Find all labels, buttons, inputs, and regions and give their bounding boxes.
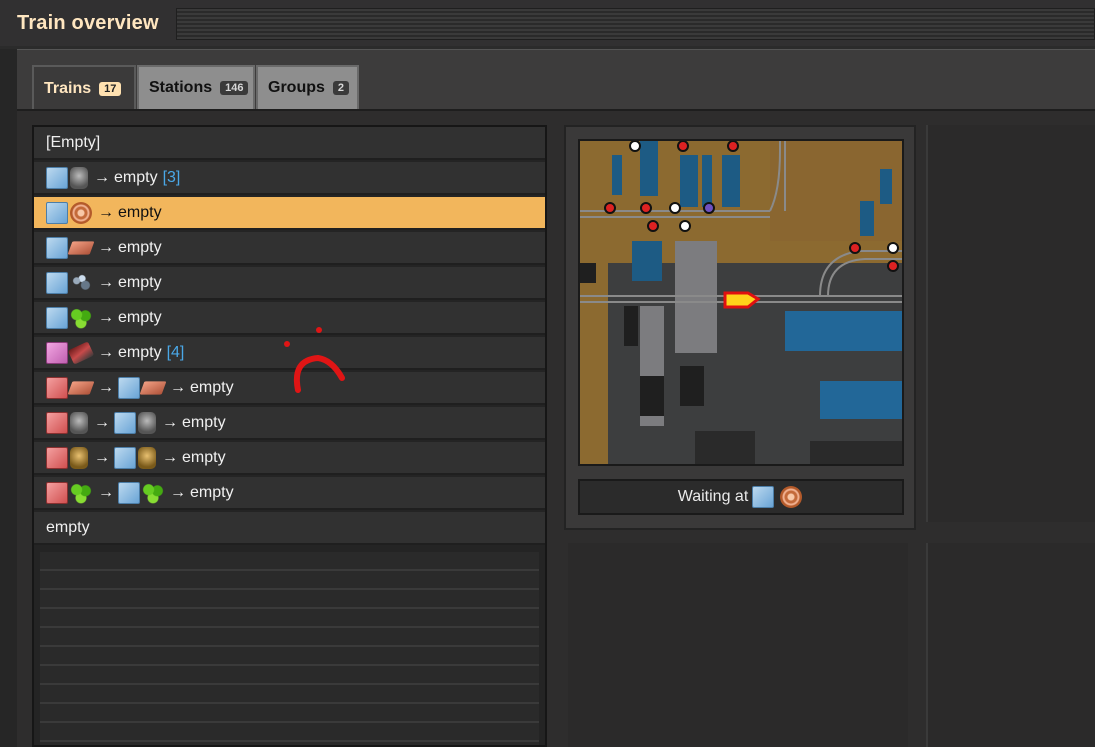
destination: empty <box>118 343 162 361</box>
train-map-panel: Waiting at <box>564 125 916 530</box>
green-circuit-icon <box>70 306 92 329</box>
copper-plate-icon <box>67 240 95 255</box>
iron-ore-icon <box>70 271 92 294</box>
tab-content: [Empty] → empty [3] → empty → empty → em… <box>17 109 1095 747</box>
arrow: → <box>98 308 114 326</box>
tab-trains[interactable]: Trains 17 <box>32 65 136 111</box>
pink-station-icon <box>46 341 68 364</box>
arrow: → <box>170 378 186 396</box>
train-row[interactable]: → empty <box>34 267 545 300</box>
train-row[interactable]: empty <box>34 512 545 545</box>
destination: empty <box>114 168 158 186</box>
train-status-button[interactable]: Waiting at <box>578 479 904 515</box>
destination: empty <box>182 413 226 431</box>
bottom-right-panel <box>926 543 1095 747</box>
train-row[interactable]: → empty <box>34 232 545 265</box>
arrow: → <box>170 483 186 501</box>
train-row[interactable]: → → empty <box>34 407 545 440</box>
arrow: → <box>98 238 114 256</box>
arrow: → <box>94 168 110 186</box>
train-row[interactable]: → → empty <box>34 442 545 475</box>
arrow: → <box>94 413 110 431</box>
red-station-icon <box>46 446 68 469</box>
destination: empty <box>182 448 226 466</box>
tab-stations[interactable]: Stations 146 <box>137 65 255 109</box>
copper-plate-icon <box>139 380 167 395</box>
destination: empty <box>118 308 162 326</box>
train-count: [4] <box>166 343 185 361</box>
blue-station-icon <box>118 481 140 504</box>
main-frame: Trains 17 Stations 146 Groups 2 [Empty] … <box>17 49 1095 747</box>
barrel-icon <box>70 411 88 434</box>
tab-groups[interactable]: Groups 2 <box>256 65 359 109</box>
destination: empty <box>118 273 162 291</box>
train-count: [3] <box>162 168 181 186</box>
blue-station-icon <box>114 411 136 434</box>
arrow: → <box>98 378 114 396</box>
title-bar: Train overview <box>0 0 1095 46</box>
bottom-panel <box>568 543 908 747</box>
train-row[interactable]: [Empty] <box>34 127 545 160</box>
blue-station-icon <box>114 446 136 469</box>
blue-station-icon <box>46 201 68 224</box>
destination: empty <box>190 483 234 501</box>
barrel-icon <box>138 446 156 469</box>
copper-plate-icon <box>67 380 95 395</box>
destination: empty <box>118 238 162 256</box>
arrow: → <box>162 413 178 431</box>
blue-station-icon <box>46 306 68 329</box>
arrow: → <box>98 483 114 501</box>
red-station-icon <box>46 376 68 399</box>
train-label: [Empty] <box>46 133 101 151</box>
train-row[interactable]: → empty [3] <box>34 162 545 195</box>
train-list[interactable]: [Empty] → empty [3] → empty → empty → em… <box>32 125 547 747</box>
train-minimap[interactable] <box>578 139 904 466</box>
tab-label: Stations <box>149 79 213 96</box>
arrow: → <box>162 448 178 466</box>
tab-label: Trains <box>44 80 92 97</box>
minimap-graphic <box>580 141 902 464</box>
copper-coil-icon <box>70 201 92 224</box>
blue-station-icon <box>46 166 68 189</box>
destination: empty <box>190 378 234 396</box>
train-row-selected[interactable]: → empty <box>34 197 545 230</box>
blue-station-icon <box>46 236 68 259</box>
blue-station-icon <box>46 271 68 294</box>
barrel-icon <box>70 446 88 469</box>
list-empty-area <box>40 552 539 745</box>
red-annotation-mark <box>284 327 345 393</box>
barrel-icon <box>138 411 156 434</box>
arrow: → <box>94 448 110 466</box>
copper-coil-icon <box>780 486 803 508</box>
tab-label: Groups <box>268 79 325 96</box>
drag-handle[interactable] <box>176 8 1095 40</box>
train-label: empty <box>46 518 90 536</box>
red-station-icon <box>46 411 68 434</box>
blue-station-icon <box>118 376 140 399</box>
destination: empty <box>118 203 162 221</box>
green-circuit-icon <box>70 481 92 504</box>
locomotive-icon <box>67 340 95 365</box>
window-title: Train overview <box>17 12 159 34</box>
barrel-icon <box>70 166 88 189</box>
right-panel <box>926 125 1095 522</box>
tab-count-badge: 17 <box>99 82 122 96</box>
arrow: → <box>98 343 114 361</box>
status-label: Waiting at <box>677 488 749 505</box>
red-station-icon <box>46 481 68 504</box>
arrow: → <box>98 273 114 291</box>
blue-station-icon <box>752 486 775 508</box>
tab-count-badge: 146 <box>220 81 249 95</box>
train-row[interactable]: → → empty <box>34 477 545 510</box>
green-circuit-icon <box>142 481 164 504</box>
tab-count-badge: 2 <box>332 81 350 95</box>
arrow: → <box>98 203 114 221</box>
left-edge <box>0 49 17 747</box>
